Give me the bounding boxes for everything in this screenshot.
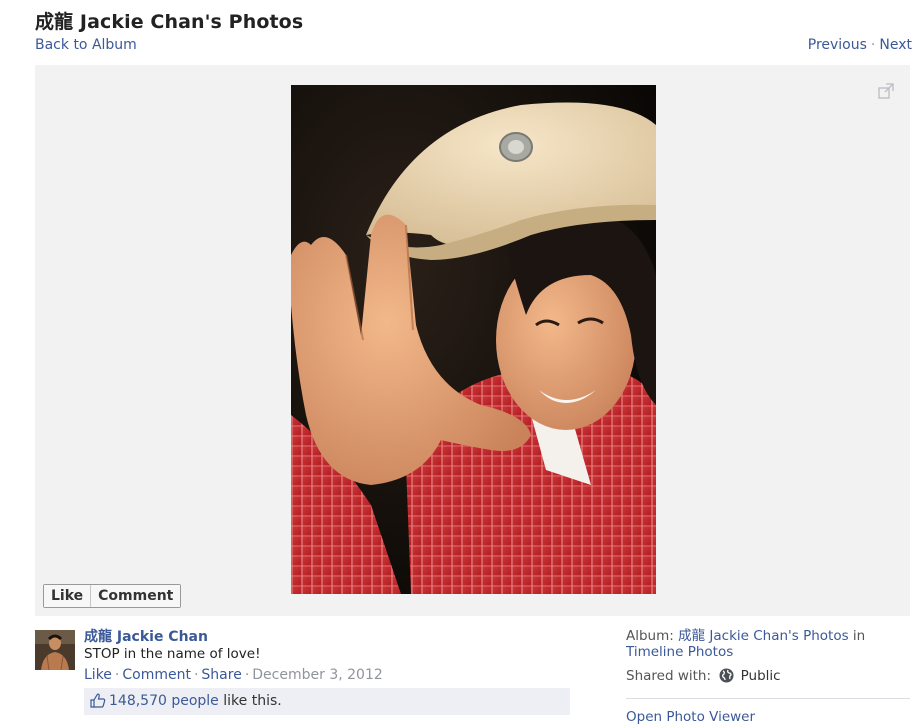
photo-actions: Like Comment	[43, 584, 182, 608]
like-link[interactable]: Like	[84, 667, 112, 683]
photo-stage: Like Comment	[35, 65, 910, 616]
thumbs-up-icon	[90, 691, 106, 718]
sidebar-divider	[626, 698, 910, 699]
post-actions: Like · Comment · Share · December 3, 2012	[84, 666, 570, 684]
album-name-link[interactable]: 成龍 Jackie Chan's Photos	[678, 628, 849, 644]
timeline-photos-link[interactable]: Timeline Photos	[626, 644, 733, 660]
avatar[interactable]	[35, 630, 75, 670]
shared-label: Shared with:	[626, 668, 712, 684]
privacy-value: Public	[740, 668, 781, 684]
photo-image	[291, 85, 656, 594]
action-separator: ·	[244, 667, 250, 683]
album-in: in	[848, 628, 866, 644]
comment-link[interactable]: Comment	[122, 667, 191, 683]
expand-icon[interactable]	[877, 82, 895, 100]
photo-caption: STOP in the name of love!	[84, 646, 261, 662]
photo[interactable]	[291, 85, 656, 594]
next-link[interactable]: Next	[879, 37, 912, 53]
photo-pager: Previous · Next	[808, 37, 912, 53]
action-separator: ·	[114, 667, 120, 683]
post-date[interactable]: December 3, 2012	[252, 667, 382, 683]
likes-count-link[interactable]: 148,570 people	[109, 693, 219, 709]
action-separator: ·	[193, 667, 199, 683]
share-link[interactable]: Share	[201, 667, 241, 683]
author-name-link[interactable]: 成龍 Jackie Chan	[84, 628, 570, 646]
previous-link[interactable]: Previous	[808, 37, 867, 53]
back-to-album-link[interactable]: Back to Album	[35, 37, 137, 53]
likes-suffix: like this.	[218, 693, 282, 709]
likes-summary: 148,570 people like this.	[84, 688, 570, 715]
page-title: 成龍 Jackie Chan's Photos	[35, 11, 304, 33]
album-info: Album: 成龍 Jackie Chan's Photos in Timeli…	[626, 628, 910, 660]
globe-icon[interactable]	[719, 668, 734, 688]
post-body: 成龍 Jackie Chan STOP in the name of love!…	[84, 628, 570, 715]
shared-with: Shared with: Public	[626, 667, 910, 688]
open-photo-viewer-link[interactable]: Open Photo Viewer	[626, 709, 910, 725]
comment-button[interactable]: Comment	[90, 585, 181, 607]
album-prefix: Album:	[626, 628, 679, 644]
photo-sidebar: Album: 成龍 Jackie Chan's Photos in Timeli…	[626, 628, 910, 725]
like-button[interactable]: Like	[44, 585, 91, 607]
pager-separator: ·	[870, 37, 876, 53]
